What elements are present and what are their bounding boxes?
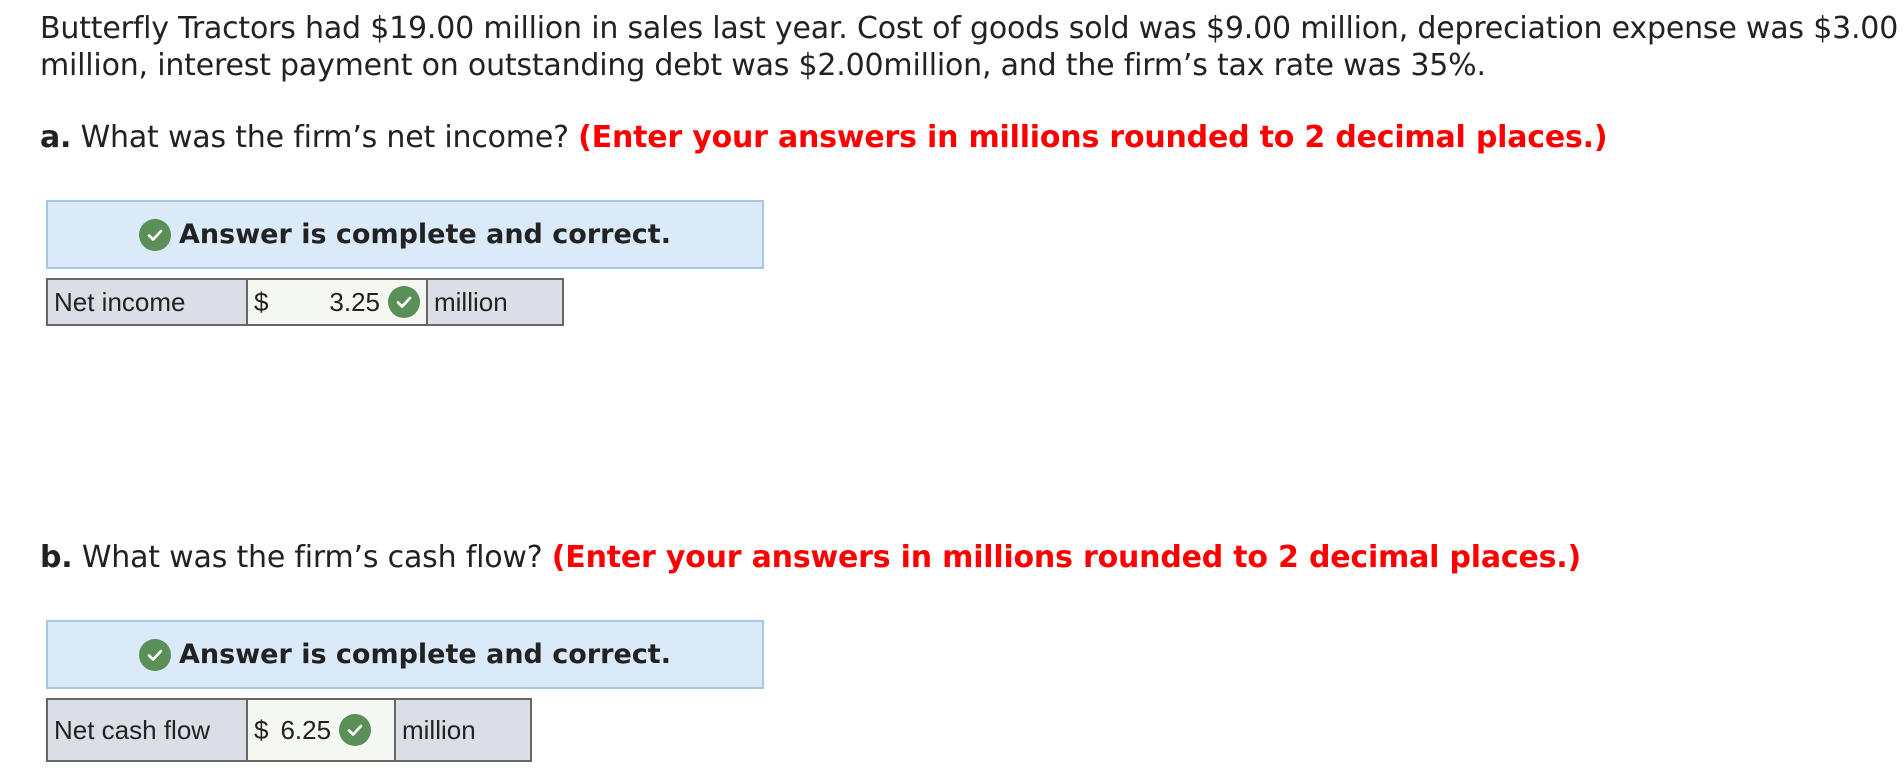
net-income-unit: million xyxy=(428,280,562,324)
net-cash-flow-unit: million xyxy=(396,700,530,760)
answer-status-banner-b: Answer is complete and correct. xyxy=(46,620,764,689)
question-b-instruction: (Enter your answers in millions rounded … xyxy=(551,540,1581,575)
net-cash-flow-answer-row: Net cash flow $ 6.25 million xyxy=(46,698,532,762)
check-icon xyxy=(139,638,172,671)
question-a-instruction: (Enter your answers in millions rounded … xyxy=(578,120,1608,155)
question-b-text: What was the firm’s cash flow? xyxy=(72,540,552,575)
net-income-answer-field[interactable]: $ 3.25 xyxy=(248,280,428,324)
question-a: a. What was the firm’s net income? (Ente… xyxy=(40,119,1608,156)
currency-symbol: $ xyxy=(254,286,269,317)
net-income-value: 3.25 xyxy=(329,286,380,317)
net-income-answer-row: Net income $ 3.25 million xyxy=(46,278,564,326)
net-cash-flow-value: 6.25 xyxy=(280,714,332,745)
answer-status-text-b: Answer is complete and correct. xyxy=(179,639,671,670)
question-a-text: What was the firm’s net income? xyxy=(71,120,579,155)
question-b: b. What was the firm’s cash flow? (Enter… xyxy=(40,539,1581,576)
check-icon xyxy=(339,714,372,746)
question-a-letter: a. xyxy=(40,120,72,155)
net-cash-flow-answer-field[interactable]: $ 6.25 xyxy=(248,700,396,760)
net-cash-flow-label: Net cash flow xyxy=(48,700,248,760)
answer-status-banner-a: Answer is complete and correct. xyxy=(46,200,764,269)
net-income-label: Net income xyxy=(48,280,248,324)
currency-symbol: $ xyxy=(254,714,269,745)
problem-statement: Butterfly Tractors had $19.00 million in… xyxy=(40,11,1899,83)
answer-status-text-a: Answer is complete and correct. xyxy=(179,219,671,250)
question-b-letter: b. xyxy=(40,540,73,575)
check-icon xyxy=(139,218,172,251)
check-icon xyxy=(388,286,420,318)
